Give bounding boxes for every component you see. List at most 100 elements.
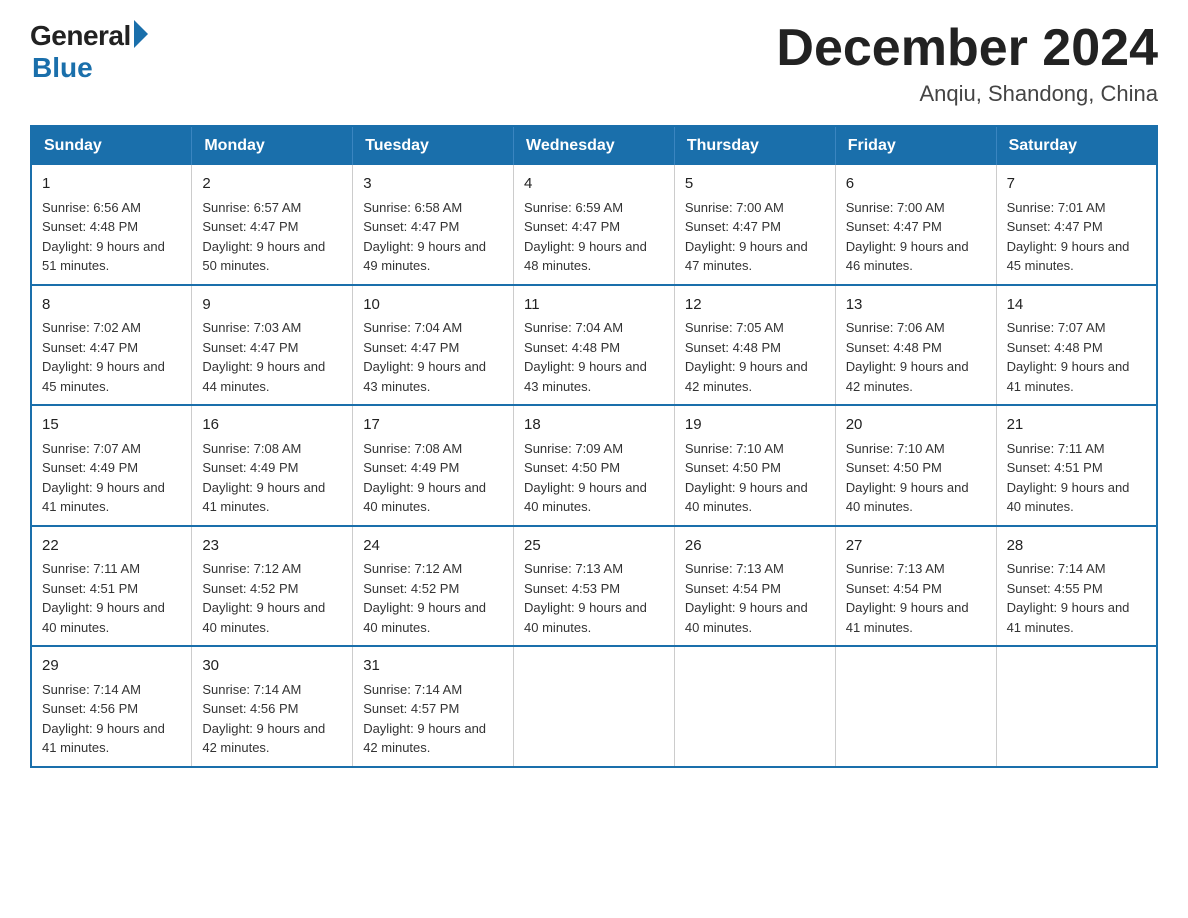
day-cell: 16Sunrise: 7:08 AMSunset: 4:49 PMDayligh…	[192, 405, 353, 526]
day-cell	[996, 646, 1157, 767]
day-info: Sunrise: 7:05 AMSunset: 4:48 PMDaylight:…	[685, 318, 825, 396]
header-cell-wednesday: Wednesday	[514, 126, 675, 165]
day-number: 22	[42, 535, 181, 558]
day-number: 27	[846, 535, 986, 558]
day-cell: 6Sunrise: 7:00 AMSunset: 4:47 PMDaylight…	[835, 165, 996, 285]
day-number: 18	[524, 414, 664, 437]
day-number: 2	[202, 173, 342, 196]
day-cell: 18Sunrise: 7:09 AMSunset: 4:50 PMDayligh…	[514, 405, 675, 526]
day-cell	[835, 646, 996, 767]
day-info: Sunrise: 7:08 AMSunset: 4:49 PMDaylight:…	[363, 439, 503, 517]
day-info: Sunrise: 7:07 AMSunset: 4:48 PMDaylight:…	[1007, 318, 1146, 396]
day-info: Sunrise: 7:13 AMSunset: 4:54 PMDaylight:…	[685, 559, 825, 637]
day-info: Sunrise: 7:02 AMSunset: 4:47 PMDaylight:…	[42, 318, 181, 396]
logo-general-text: General	[30, 20, 131, 52]
day-info: Sunrise: 6:58 AMSunset: 4:47 PMDaylight:…	[363, 198, 503, 276]
day-cell	[674, 646, 835, 767]
day-info: Sunrise: 7:00 AMSunset: 4:47 PMDaylight:…	[685, 198, 825, 276]
header-cell-thursday: Thursday	[674, 126, 835, 165]
day-cell: 20Sunrise: 7:10 AMSunset: 4:50 PMDayligh…	[835, 405, 996, 526]
day-cell: 12Sunrise: 7:05 AMSunset: 4:48 PMDayligh…	[674, 285, 835, 406]
day-info: Sunrise: 7:10 AMSunset: 4:50 PMDaylight:…	[685, 439, 825, 517]
day-number: 3	[363, 173, 503, 196]
logo-arrow-icon	[134, 20, 148, 48]
week-row-3: 15Sunrise: 7:07 AMSunset: 4:49 PMDayligh…	[31, 405, 1157, 526]
day-info: Sunrise: 6:57 AMSunset: 4:47 PMDaylight:…	[202, 198, 342, 276]
day-cell: 26Sunrise: 7:13 AMSunset: 4:54 PMDayligh…	[674, 526, 835, 647]
day-info: Sunrise: 7:13 AMSunset: 4:54 PMDaylight:…	[846, 559, 986, 637]
day-info: Sunrise: 7:10 AMSunset: 4:50 PMDaylight:…	[846, 439, 986, 517]
title-section: December 2024 Anqiu, Shandong, China	[776, 20, 1158, 107]
day-cell: 29Sunrise: 7:14 AMSunset: 4:56 PMDayligh…	[31, 646, 192, 767]
header-cell-sunday: Sunday	[31, 126, 192, 165]
day-info: Sunrise: 7:14 AMSunset: 4:56 PMDaylight:…	[42, 680, 181, 758]
day-cell: 14Sunrise: 7:07 AMSunset: 4:48 PMDayligh…	[996, 285, 1157, 406]
day-number: 19	[685, 414, 825, 437]
day-info: Sunrise: 7:12 AMSunset: 4:52 PMDaylight:…	[363, 559, 503, 637]
day-info: Sunrise: 7:03 AMSunset: 4:47 PMDaylight:…	[202, 318, 342, 396]
week-row-1: 1Sunrise: 6:56 AMSunset: 4:48 PMDaylight…	[31, 165, 1157, 285]
day-cell: 23Sunrise: 7:12 AMSunset: 4:52 PMDayligh…	[192, 526, 353, 647]
header-cell-friday: Friday	[835, 126, 996, 165]
day-cell: 25Sunrise: 7:13 AMSunset: 4:53 PMDayligh…	[514, 526, 675, 647]
day-cell: 7Sunrise: 7:01 AMSunset: 4:47 PMDaylight…	[996, 165, 1157, 285]
day-number: 11	[524, 294, 664, 317]
day-number: 13	[846, 294, 986, 317]
logo-blue-text: Blue	[32, 52, 93, 84]
day-cell: 11Sunrise: 7:04 AMSunset: 4:48 PMDayligh…	[514, 285, 675, 406]
day-info: Sunrise: 7:08 AMSunset: 4:49 PMDaylight:…	[202, 439, 342, 517]
page-header: General Blue December 2024 Anqiu, Shando…	[30, 20, 1158, 107]
day-cell: 13Sunrise: 7:06 AMSunset: 4:48 PMDayligh…	[835, 285, 996, 406]
day-number: 25	[524, 535, 664, 558]
day-info: Sunrise: 7:12 AMSunset: 4:52 PMDaylight:…	[202, 559, 342, 637]
month-title: December 2024	[776, 20, 1158, 77]
day-number: 5	[685, 173, 825, 196]
day-cell: 27Sunrise: 7:13 AMSunset: 4:54 PMDayligh…	[835, 526, 996, 647]
header-cell-monday: Monday	[192, 126, 353, 165]
day-cell	[514, 646, 675, 767]
day-cell: 5Sunrise: 7:00 AMSunset: 4:47 PMDaylight…	[674, 165, 835, 285]
day-cell: 15Sunrise: 7:07 AMSunset: 4:49 PMDayligh…	[31, 405, 192, 526]
day-cell: 17Sunrise: 7:08 AMSunset: 4:49 PMDayligh…	[353, 405, 514, 526]
day-info: Sunrise: 7:13 AMSunset: 4:53 PMDaylight:…	[524, 559, 664, 637]
day-cell: 8Sunrise: 7:02 AMSunset: 4:47 PMDaylight…	[31, 285, 192, 406]
day-number: 21	[1007, 414, 1146, 437]
day-info: Sunrise: 6:59 AMSunset: 4:47 PMDaylight:…	[524, 198, 664, 276]
day-cell: 21Sunrise: 7:11 AMSunset: 4:51 PMDayligh…	[996, 405, 1157, 526]
day-number: 10	[363, 294, 503, 317]
day-info: Sunrise: 7:11 AMSunset: 4:51 PMDaylight:…	[42, 559, 181, 637]
day-info: Sunrise: 7:14 AMSunset: 4:57 PMDaylight:…	[363, 680, 503, 758]
day-number: 26	[685, 535, 825, 558]
day-cell: 30Sunrise: 7:14 AMSunset: 4:56 PMDayligh…	[192, 646, 353, 767]
day-cell: 22Sunrise: 7:11 AMSunset: 4:51 PMDayligh…	[31, 526, 192, 647]
header-cell-saturday: Saturday	[996, 126, 1157, 165]
day-info: Sunrise: 7:00 AMSunset: 4:47 PMDaylight:…	[846, 198, 986, 276]
day-number: 7	[1007, 173, 1146, 196]
day-cell: 24Sunrise: 7:12 AMSunset: 4:52 PMDayligh…	[353, 526, 514, 647]
day-number: 20	[846, 414, 986, 437]
day-cell: 31Sunrise: 7:14 AMSunset: 4:57 PMDayligh…	[353, 646, 514, 767]
logo: General Blue	[30, 20, 148, 84]
day-number: 16	[202, 414, 342, 437]
day-number: 15	[42, 414, 181, 437]
day-number: 6	[846, 173, 986, 196]
day-number: 29	[42, 655, 181, 678]
day-info: Sunrise: 6:56 AMSunset: 4:48 PMDaylight:…	[42, 198, 181, 276]
week-row-4: 22Sunrise: 7:11 AMSunset: 4:51 PMDayligh…	[31, 526, 1157, 647]
day-info: Sunrise: 7:04 AMSunset: 4:47 PMDaylight:…	[363, 318, 503, 396]
day-number: 23	[202, 535, 342, 558]
day-number: 17	[363, 414, 503, 437]
day-info: Sunrise: 7:14 AMSunset: 4:56 PMDaylight:…	[202, 680, 342, 758]
day-cell: 9Sunrise: 7:03 AMSunset: 4:47 PMDaylight…	[192, 285, 353, 406]
day-cell: 28Sunrise: 7:14 AMSunset: 4:55 PMDayligh…	[996, 526, 1157, 647]
day-info: Sunrise: 7:09 AMSunset: 4:50 PMDaylight:…	[524, 439, 664, 517]
day-info: Sunrise: 7:14 AMSunset: 4:55 PMDaylight:…	[1007, 559, 1146, 637]
day-info: Sunrise: 7:01 AMSunset: 4:47 PMDaylight:…	[1007, 198, 1146, 276]
day-number: 24	[363, 535, 503, 558]
day-number: 12	[685, 294, 825, 317]
day-cell: 2Sunrise: 6:57 AMSunset: 4:47 PMDaylight…	[192, 165, 353, 285]
day-number: 8	[42, 294, 181, 317]
location-title: Anqiu, Shandong, China	[776, 81, 1158, 107]
header-row: SundayMondayTuesdayWednesdayThursdayFrid…	[31, 126, 1157, 165]
day-cell: 10Sunrise: 7:04 AMSunset: 4:47 PMDayligh…	[353, 285, 514, 406]
